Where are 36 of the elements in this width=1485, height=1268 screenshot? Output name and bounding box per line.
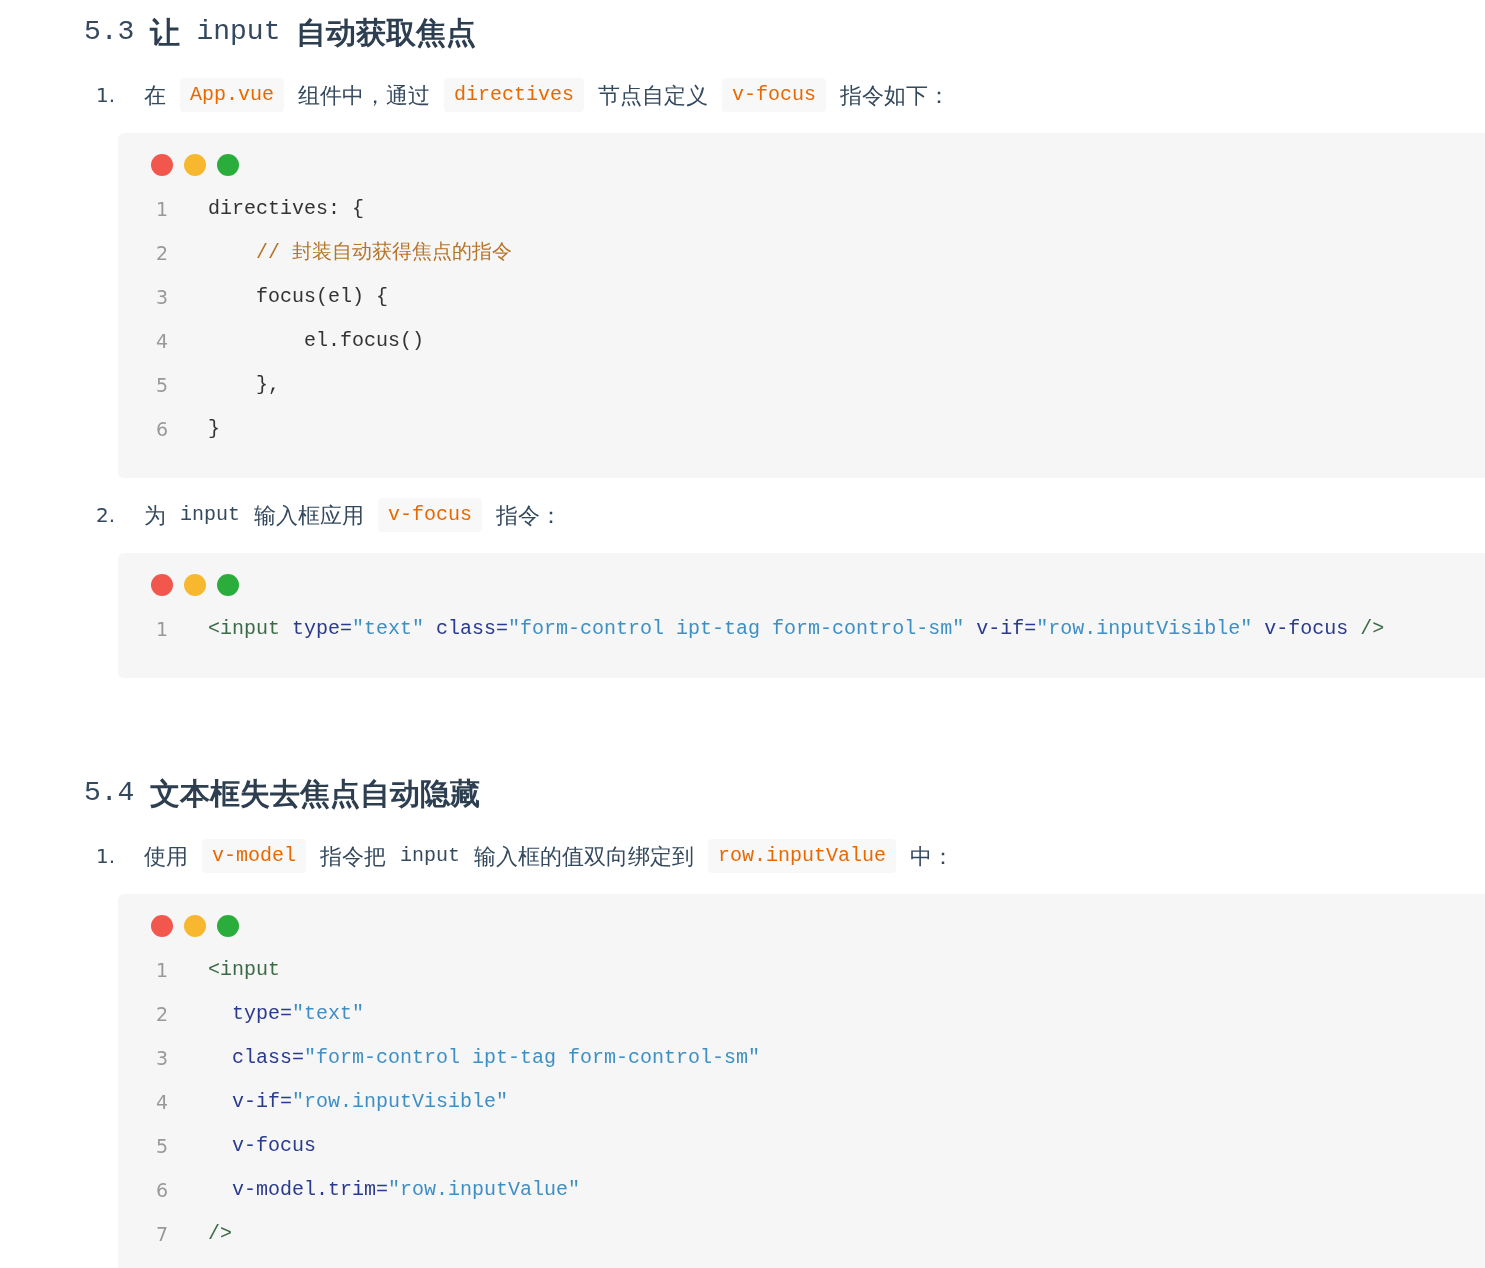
step-text: 在 App.vue 组件中，通过 directives 节点自定义 v-focus 指令如下： bbox=[144, 78, 951, 112]
code-line: v-model.trim="row.inputValue" bbox=[231, 1177, 581, 1203]
code-line: <input type="text" class="form-control ipt-tag form-control-sm" v-if="row.inputVisible" v-focus /> bbox=[208, 616, 1385, 642]
line-number: 3 bbox=[155, 1045, 170, 1071]
code-line: class="form-control ipt-tag form-control-sm" bbox=[231, 1045, 761, 1071]
code-line: }, bbox=[255, 372, 280, 398]
line-number: 4 bbox=[155, 1089, 170, 1115]
step-text: 使用 v-model 指令把 input 输入框的值双向绑定到 row.inputValue 中： bbox=[144, 839, 955, 873]
code-line: /> bbox=[208, 1221, 232, 1247]
code-line: <input bbox=[208, 957, 280, 983]
list-number: 2. bbox=[96, 502, 117, 529]
list-number: 1. bbox=[96, 843, 117, 870]
line-number: 5 bbox=[155, 1133, 170, 1159]
line-number: 1 bbox=[155, 616, 170, 642]
line-number: 2 bbox=[155, 240, 170, 266]
code-line: } bbox=[208, 416, 220, 442]
section-heading: 5.3 让 input 自动获取焦点 bbox=[84, 13, 478, 52]
code-line: directives: { bbox=[208, 196, 365, 222]
section-heading: 5.4 文本框失去焦点自动隐藏 bbox=[84, 774, 482, 813]
code-line: focus(el) { bbox=[255, 284, 389, 310]
code-line: v-focus bbox=[231, 1133, 317, 1159]
line-number: 7 bbox=[155, 1221, 170, 1247]
line-number: 6 bbox=[155, 416, 170, 442]
line-number: 4 bbox=[155, 328, 170, 354]
code-line: el.focus() bbox=[303, 328, 425, 354]
line-number: 5 bbox=[155, 372, 170, 398]
list-number: 1. bbox=[96, 82, 117, 109]
step-text: 为 input 输入框应用 v-focus 指令： bbox=[144, 498, 563, 532]
line-number: 1 bbox=[155, 957, 170, 983]
line-number: 2 bbox=[155, 1001, 170, 1027]
code-line: type="text" bbox=[231, 1001, 365, 1027]
code-line: // 封装自动获得焦点的指令 bbox=[255, 240, 512, 266]
line-number: 3 bbox=[155, 284, 170, 310]
line-number: 6 bbox=[155, 1177, 170, 1203]
line-number: 1 bbox=[155, 196, 170, 222]
code-line: v-if="row.inputVisible" bbox=[231, 1089, 509, 1115]
